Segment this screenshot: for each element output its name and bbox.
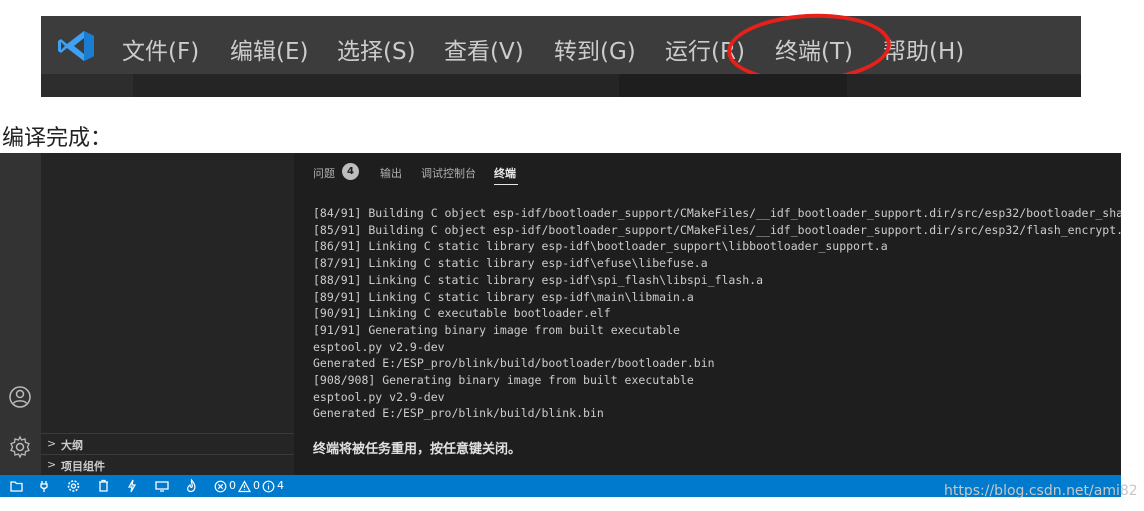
trash-icon[interactable] (98, 478, 109, 494)
gear-icon[interactable] (67, 478, 80, 494)
terminal-line: [88/91] Linking C static library esp-idf… (313, 272, 764, 287)
problems-status[interactable]: 0 0 4 (214, 478, 284, 494)
sidebar-section-label: 大纲 (61, 439, 83, 452)
warning-icon (238, 479, 251, 492)
terminal-line: [90/91] Linking C executable bootloader.… (313, 306, 611, 321)
watermark-url: https://blog.csdn.net/ami82 (944, 483, 1138, 499)
tab-terminal[interactable]: 终端 (494, 165, 516, 181)
terminal-line: [91/91] Generating binary image from bui… (313, 322, 680, 337)
terminal-line: esptool.py v2.9-dev (313, 339, 445, 354)
terminal-line: [908/908] Generating binary image from b… (313, 373, 694, 388)
info-count: 4 (277, 479, 284, 492)
problems-count-badge: 4 (342, 163, 359, 180)
terminal-panel: 问题 4 输出 调试控制台 终端 [84/91] Building C obje… (294, 153, 1121, 475)
menu-view[interactable]: 查看(V) (444, 32, 524, 66)
chevron-right-icon: > (47, 437, 57, 450)
tab-problems[interactable]: 问题 (313, 165, 335, 181)
terminal-line: esptool.py v2.9-dev (313, 389, 445, 404)
activity-bar (0, 153, 41, 475)
terminal-line: [89/91] Linking C static library esp-idf… (313, 289, 694, 304)
chevron-right-icon: > (47, 458, 57, 471)
tab-output[interactable]: 输出 (380, 165, 402, 181)
info-icon (262, 480, 275, 492)
lightning-icon[interactable] (127, 478, 137, 494)
terminal-line: Generated E:/ESP_pro/blink/build/blink.b… (313, 406, 604, 421)
terminal-line: [86/91] Linking C static library esp-idf… (313, 239, 888, 254)
plug-icon[interactable] (39, 478, 49, 494)
monitor-icon[interactable] (155, 478, 169, 494)
menu-help[interactable]: 帮助(H) (883, 32, 964, 66)
terminal-line: [85/91] Building C object esp-idf/bootlo… (313, 222, 1121, 237)
menu-go[interactable]: 转到(G) (554, 32, 636, 66)
tab-debug-console[interactable]: 调试控制台 (421, 165, 476, 181)
menu-file[interactable]: 文件(F) (122, 32, 199, 66)
menu-edit[interactable]: 编辑(E) (230, 32, 308, 66)
sidebar: > 大纲 > 项目组件 (41, 153, 294, 475)
caption-text: 编译完成： (2, 126, 113, 151)
menu-bar: 文件(F) 编辑(E) 选择(S) 查看(V) 转到(G) 运行(R) 终端(T… (41, 9, 1081, 97)
error-count: 0 (229, 479, 236, 492)
tab-strip (41, 74, 1081, 97)
active-tab-indicator (494, 184, 518, 185)
error-icon (214, 480, 227, 492)
menu-selection[interactable]: 选择(S) (337, 32, 416, 66)
terminal-line: Generated E:/ESP_pro/blink/build/bootloa… (313, 356, 715, 371)
sidebar-section-project-components[interactable]: > 项目组件 (41, 454, 294, 474)
vscode-window: > 大纲 > 项目组件 问题 4 输出 调试控制台 终端 [84/91] Bui… (0, 153, 1121, 497)
account-icon[interactable] (8, 385, 32, 409)
vscode-logo-icon (58, 31, 94, 61)
sidebar-section-outline[interactable]: > 大纲 (41, 433, 294, 453)
folder-icon[interactable] (10, 478, 23, 494)
terminal-output[interactable]: [84/91] Building C object esp-idf/bootlo… (313, 205, 1121, 422)
gear-icon[interactable] (8, 435, 32, 459)
sidebar-section-label: 项目组件 (61, 460, 105, 473)
terminal-message: 终端将被任务重用，按任意键关闭。 (313, 442, 522, 457)
terminal-line: [87/91] Linking C static library esp-idf… (313, 256, 708, 271)
terminal-line: [84/91] Building C object esp-idf/bootlo… (313, 206, 1121, 220)
warning-count: 0 (253, 479, 260, 492)
flame-icon[interactable] (186, 478, 197, 494)
